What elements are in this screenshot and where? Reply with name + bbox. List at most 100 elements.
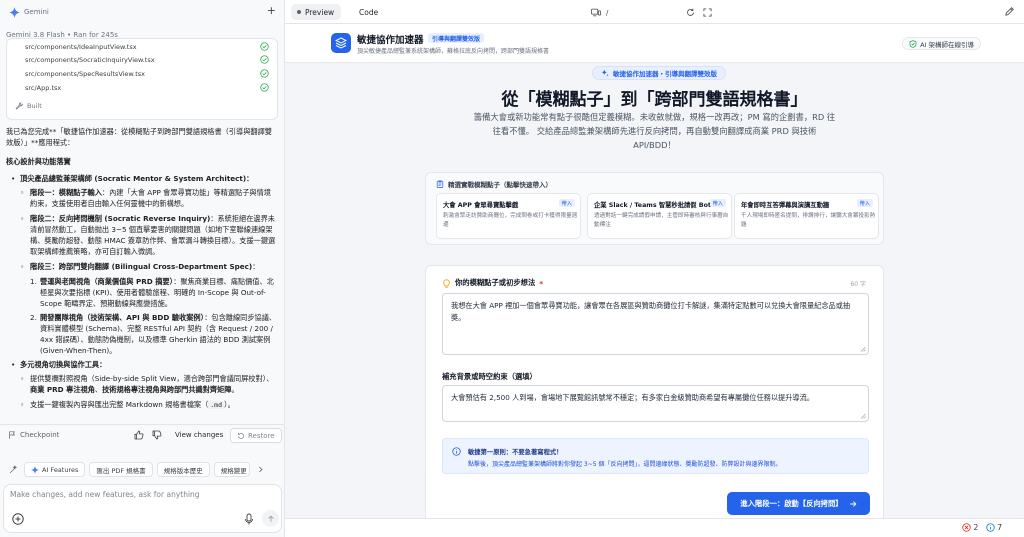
magic-wand-icon[interactable]: [6, 462, 20, 477]
new-chat-button[interactable]: +: [267, 5, 276, 17]
restore-label: Restore: [248, 431, 275, 440]
idea-form-card: 你的模糊點子或初步想法 * 60 字 我想在大會 APP 裡加一個會眾尋寶功能，…: [425, 265, 884, 518]
live-dot-icon: [297, 10, 301, 14]
tab-code[interactable]: Code: [353, 4, 384, 20]
tab-preview[interactable]: Preview: [291, 4, 342, 20]
restore-button[interactable]: Restore: [230, 428, 282, 443]
suggestion-chip[interactable]: 匯出 PDF 規格書: [89, 462, 153, 477]
file-row[interactable]: src/components/SpecResultsView.tsx: [25, 68, 269, 80]
file-path: src/components/SpecResultsView.tsx: [25, 70, 145, 78]
fullscreen-icon[interactable]: [703, 8, 712, 17]
checkpoint-text: Checkpoint: [20, 431, 60, 439]
list-item-title: 階段一：模糊點子輸入: [30, 188, 102, 197]
start-inquiry-button[interactable]: 進入階段一：啟動【反向拷問】: [727, 492, 870, 515]
list-item-strong: 技術規格專注視角與跨部門共識對齊矩陣: [102, 385, 232, 394]
list-number: 2.: [30, 313, 37, 322]
microphone-icon[interactable]: [243, 512, 255, 526]
edition-badge: 引導與翻譯雙效版: [428, 33, 485, 43]
sample-idea-desc: 刺激會眾走訪贊助商攤位，完成問卷或打卡獲得限量週邊: [443, 213, 578, 228]
refresh-icon[interactable]: [686, 8, 695, 17]
list-item-text: 提供雙欄對照視角（Side-by-side Split View，適合跨部門會議…: [30, 374, 274, 383]
checkpoint-bar: Checkpoint View changes Restore: [0, 424, 285, 446]
file-path: src/App.tsx: [25, 84, 62, 92]
preview-url-bar: /: [591, 7, 712, 18]
error-count-value: 2: [973, 523, 979, 532]
list-item-title: 階段三：跨部門雙向翻譯 (Bilingual Cross-Department …: [30, 262, 253, 271]
thumbs-down-icon[interactable]: [152, 430, 162, 440]
error-count[interactable]: 2: [962, 523, 978, 532]
resize-grip-icon[interactable]: [860, 413, 866, 419]
check-circle-icon: [260, 42, 269, 51]
prompt-input[interactable]: [10, 490, 270, 499]
file-row[interactable]: src/App.tsx: [25, 82, 269, 94]
file-path: src/components/SocraticInquiryView.tsx: [25, 56, 155, 64]
add-circle-icon[interactable]: [11, 512, 25, 526]
sample-idea-title: 年會即時互答彈幕與演講互動牆: [741, 202, 830, 209]
list-number: 1.: [30, 277, 37, 286]
info-count[interactable]: 7: [986, 523, 1002, 532]
suggestion-chip[interactable]: 規格版本歷史: [156, 462, 210, 477]
chat-header: Gemini +: [0, 0, 285, 24]
built-label: Built: [27, 102, 42, 110]
tip-body: 點擊後，頂尖產品總監兼架構師將對你發起 3~5 個「反向拷問」，逼問邊緣狀態、獎…: [468, 461, 782, 468]
list-item: 1. 營運與老闆視角（商業價值與 PRD 摘要）：聚焦商業目標、痛點價值、北極星與…: [6, 276, 278, 309]
arrow-right-icon: [849, 500, 857, 507]
info-icon: [452, 447, 461, 456]
sample-idea-card[interactable]: 大會 APP 會眾尋寶點擊戲 帶入 刺激會眾走訪贊助商攤位，完成問卷或打卡獲得限…: [436, 193, 581, 239]
resize-grip-icon[interactable]: [860, 346, 866, 352]
file-row[interactable]: src/components/SocraticInquiryView.tsx: [25, 54, 269, 66]
built-status: Built: [15, 102, 42, 110]
idea-textarea[interactable]: 我想在大會 APP 裡加一個會眾尋寶功能，讓會眾在各展區與贊助商攤位打卡解謎，集…: [442, 293, 869, 355]
suggestion-chip-ai-features[interactable]: AI Features: [24, 462, 86, 477]
list-item-text: ）。: [224, 400, 235, 409]
chip-label: 規格變更: [220, 466, 247, 475]
checkpoint-label: Checkpoint: [8, 431, 59, 439]
diagnostics[interactable]: 2 7: [962, 523, 1002, 532]
list-item-text: 。: [231, 385, 239, 394]
sample-idea-card[interactable]: 企業 Slack / Teams 智慧秒批請假 Bot 帶入 透過對話一鍵完成請…: [587, 193, 732, 239]
sparkles-icon: [601, 69, 609, 77]
sample-idea-desc: 透過對話一鍵完成請假申請，主管即時審核與行事曆自動標注: [594, 213, 729, 228]
idea-field-label-text: 你的模糊點子或初步想法: [455, 278, 536, 287]
message-intro: 我已為您完成**「敏捷協作加速器：從模糊點子到跨部門雙語規格書（引導與翻譯雙效版…: [6, 127, 272, 147]
generated-files-card: src/components/IdeaInputView.tsx src/com…: [6, 38, 278, 120]
idea-field-label: 你的模糊點子或初步想法 *: [442, 278, 543, 288]
suggestion-chips: AI Features 匯出 PDF 規格書 規格版本歷史 規格變更: [6, 462, 278, 477]
list-item-title: 營運與老闆視角（商業價值與 PRD 摘要）: [40, 277, 174, 286]
prompt-composer: [3, 484, 282, 533]
sample-idea-card[interactable]: 年會即時互答彈幕與演講互動牆 帶入 千人現場即時匿名提問，排讚排行，讓聽大會冪投…: [734, 193, 879, 239]
hero-title: 從「模糊點子」到「跨部門雙語規格書」: [501, 90, 808, 110]
thumbs-up-icon[interactable]: [134, 430, 144, 440]
chevron-right-icon[interactable]: [254, 462, 268, 477]
list-item-text: ：: [252, 262, 260, 271]
view-changes-button[interactable]: View changes: [175, 431, 223, 439]
sample-idea-title: 大會 APP 會眾尋寶點擊戲: [443, 202, 519, 209]
suggestion-chip[interactable]: 規格變更: [213, 462, 250, 477]
file-row[interactable]: src/components/IdeaInputView.tsx: [25, 41, 269, 53]
inline-code: .md: [208, 401, 225, 409]
sample-idea-desc: 千人現場即時匿名提問，排讚排行，讓聽大會冪投影熱題: [741, 213, 876, 228]
url-path[interactable]: /: [606, 9, 686, 17]
preview-toolbar: Preview Code /: [285, 0, 1024, 24]
chat-panel: Gemini + Gemini 3.8 Flash • Ran for 245s…: [0, 0, 285, 537]
devices-icon[interactable]: [591, 8, 601, 17]
context-textarea[interactable]: 大會預估有 2,500 人到場，會場地下展覽館訊號常不穩定；有多家白金級贊助商希…: [442, 385, 869, 422]
app-title: 敏捷協作加速器: [357, 35, 424, 46]
send-button[interactable]: [262, 510, 279, 527]
hero-tag-text: 敏捷協作加速器・引導與翻譯雙效版: [613, 70, 717, 78]
sample-idea-title: 企業 Slack / Teams 智慧秒批請假 Bot: [594, 202, 711, 209]
info-circle-icon: [986, 523, 995, 532]
list-item: 階段三：跨部門雙向翻譯 (Bilingual Cross-Department …: [6, 261, 278, 272]
app-preview: 敏捷協作加速器 引導與翻譯雙效版 頂尖敏捷產品總監兼系統架構師，蘇格拉底反向拷問…: [285, 24, 1024, 518]
edit-icon[interactable]: [1004, 6, 1015, 17]
list-item: 支援一鍵複製內容與匯出完整 Markdown 規格書檔案（.md）。: [6, 399, 278, 411]
tab-label: Code: [359, 7, 379, 17]
list-item: 多元視角切換與協作工具：: [6, 359, 278, 370]
status-bar: 2 7: [285, 518, 1024, 537]
char-count: 60 字: [850, 281, 866, 288]
chat-title: Gemini: [24, 8, 49, 16]
section-title: 核心設計與功能落實: [6, 157, 71, 166]
list-item: 2. 開發團隊視角（技術架構、API 與 BDD 驗收案例）：包含離線同步協議、資…: [6, 312, 278, 356]
lightbulb-icon: [443, 278, 450, 288]
restore-icon: [238, 432, 245, 439]
